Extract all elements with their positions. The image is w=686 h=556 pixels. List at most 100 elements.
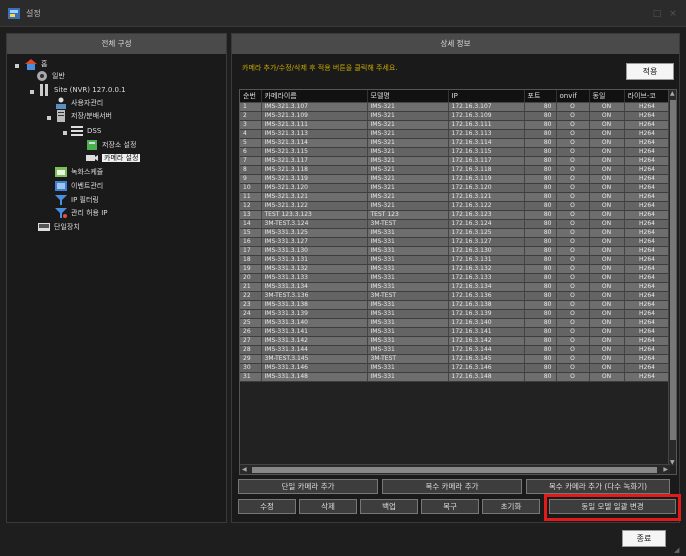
close-window-button[interactable]: ×	[668, 9, 678, 19]
tree-item-admin-allow-ip[interactable]: 관리 허용 IP	[54, 207, 108, 220]
cell-same: ON	[589, 156, 625, 166]
cell-onvif: O	[556, 228, 590, 238]
tree-item-site[interactable]: Site (NVR) 127.0.0.1	[37, 84, 126, 97]
backup-button[interactable]: 백업	[360, 499, 418, 514]
table-row[interactable]: 16 IMS-331.3.127 IMS-331 172.16.3.127 80 O ON H…	[240, 237, 671, 247]
column-header[interactable]: 모델명	[367, 90, 449, 103]
tree-item-general[interactable]: 일반	[35, 70, 65, 83]
tree-item-dss[interactable]: DSS	[70, 125, 101, 138]
cell-live-codec: H264	[624, 273, 671, 283]
horizontal-scrollbar[interactable]: ◀ ▶	[240, 464, 670, 474]
column-header[interactable]: 카메라이름	[261, 90, 368, 103]
table-row[interactable]: 21 IMS-331.3.134 IMS-331 172.16.3.134 80 O ON H…	[240, 282, 671, 292]
reset-button[interactable]: 초기화	[482, 499, 540, 514]
tree-label-site: Site (NVR) 127.0.0.1	[54, 86, 126, 94]
cell-onvif: O	[556, 246, 590, 256]
table-row[interactable]: 24 IMS-331.3.139 IMS-331 172.16.3.139 80 O ON H…	[240, 309, 671, 319]
table-row[interactable]: 29 3M-TEST.3.145 3M-TEST 172.16.3.145 80 O ON H…	[240, 354, 671, 364]
table-row[interactable]: 7 IMS-321.3.117 IMS-321 172.16.3.117 80 O ON H2…	[240, 156, 671, 166]
vertical-scroll-thumb[interactable]	[670, 100, 676, 440]
table-row[interactable]: 5 IMS-321.3.114 IMS-321 172.16.3.114 80 O ON H2…	[240, 138, 671, 148]
column-header[interactable]: IP	[448, 90, 525, 103]
cell-onvif: O	[556, 147, 590, 157]
table-row[interactable]: 25 IMS-331.3.140 IMS-331 172.16.3.140 80 O ON H…	[240, 318, 671, 328]
column-header[interactable]: 동일	[589, 90, 625, 103]
add-multi-camera-multi-recorder-button[interactable]: 복수 카메라 추가 (다수 녹화기)	[526, 479, 670, 494]
close-button[interactable]: 종료	[622, 530, 666, 547]
table-row[interactable]: 18 IMS-331.3.131 IMS-331 172.16.3.131 80 O ON H…	[240, 255, 671, 265]
table-row[interactable]: 8 IMS-321.3.118 IMS-321 172.16.3.118 80 O ON H2…	[240, 165, 671, 175]
vertical-scrollbar[interactable]: ▲ ▼	[668, 90, 676, 466]
add-single-camera-button[interactable]: 단일 카메라 추가	[238, 479, 378, 494]
table-row[interactable]: 12 IMS-321.3.122 IMS-321 172.16.3.122 80 O ON H…	[240, 201, 671, 211]
table-row[interactable]: 23 IMS-331.3.138 IMS-331 172.16.3.138 80 O ON H…	[240, 300, 671, 310]
delete-button[interactable]: 삭제	[299, 499, 357, 514]
tree-item-camera-settings[interactable]: 카메라 설정	[85, 152, 141, 165]
apply-button[interactable]: 적용	[626, 63, 674, 80]
scroll-down-arrow-icon[interactable]: ▼	[670, 459, 675, 466]
tree-item-event-mgmt[interactable]: 이벤트관리	[54, 180, 103, 193]
tree-item-storage-dist-server[interactable]: 저장/분배서버	[54, 110, 112, 123]
table-row[interactable]: 19 IMS-331.3.132 IMS-331 172.16.3.132 80 O ON H…	[240, 264, 671, 274]
cell-same: ON	[589, 255, 625, 265]
cell-onvif: O	[556, 327, 590, 337]
column-header[interactable]: onvif	[556, 90, 590, 103]
scroll-up-arrow-icon[interactable]: ▲	[670, 90, 675, 97]
table-row[interactable]: 22 3M-TEST.3.136 3M-TEST 172.16.3.136 80 O ON H…	[240, 291, 671, 301]
table-row[interactable]: 10 IMS-321.3.120 IMS-321 172.16.3.120 80 O ON H…	[240, 183, 671, 193]
table-row[interactable]: 28 IMS-331.3.144 IMS-331 172.16.3.144 80 O ON H…	[240, 345, 671, 355]
scroll-left-arrow-icon[interactable]: ◀	[242, 466, 247, 473]
restore-button[interactable]: 복구	[421, 499, 479, 514]
column-header[interactable]: 순번	[240, 90, 262, 103]
add-multi-camera-button[interactable]: 복수 카메라 추가	[382, 479, 522, 494]
table-row[interactable]: 9 IMS-321.3.119 IMS-321 172.16.3.119 80 O ON H2…	[240, 174, 671, 184]
table-row[interactable]: 3 IMS-321.3.111 IMS-321 172.16.3.111 80 O ON H2…	[240, 120, 671, 130]
cell-live-codec: H264	[624, 174, 671, 184]
cell-live-codec: H264	[624, 192, 671, 202]
cell-camera-name: IMS-321.3.111	[261, 120, 368, 130]
collapse-bullet-icon[interactable]	[47, 116, 51, 120]
column-header[interactable]: 라이브-코	[624, 90, 671, 103]
cell-index: 11	[240, 192, 262, 202]
camera-table[interactable]: 순번 카메라이름 모델명 IP 포트 onvif 동일 라이브-코 1 IMS-321.3.10…	[239, 89, 677, 475]
resize-grip-icon[interactable]: ◢	[674, 546, 679, 554]
table-row[interactable]: 1 IMS-321.3.107 IMS-321 172.16.3.107 80 O ON H2…	[240, 102, 671, 112]
table-row[interactable]: 31 IMS-331.3.148 IMS-331 172.16.3.148 80 O ON H…	[240, 372, 671, 382]
cell-index: 8	[240, 165, 262, 175]
collapse-bullet-icon[interactable]	[30, 90, 34, 94]
horizontal-scroll-thumb[interactable]	[252, 467, 657, 473]
cell-live-codec: H264	[624, 111, 671, 121]
table-row[interactable]: 20 IMS-331.3.133 IMS-331 172.16.3.133 80 O ON H…	[240, 273, 671, 283]
table-row[interactable]: 27 IMS-331.3.142 IMS-331 172.16.3.142 80 O ON H…	[240, 336, 671, 346]
tree-item-storage-settings[interactable]: 저장소 설정	[85, 139, 136, 152]
table-row[interactable]: 30 IMS-331.3.146 IMS-331 172.16.3.146 80 O ON H…	[240, 363, 671, 373]
table-row[interactable]: 2 IMS-321.3.109 IMS-321 172.16.3.109 80 O ON H2…	[240, 111, 671, 121]
maximize-button[interactable]: □	[652, 9, 662, 19]
table-row[interactable]: 6 IMS-321.3.115 IMS-321 172.16.3.115 80 O ON H2…	[240, 147, 671, 157]
cell-same: ON	[589, 111, 625, 121]
table-row[interactable]: 26 IMS-331.3.141 IMS-331 172.16.3.141 80 O ON H…	[240, 327, 671, 337]
tree-item-single-device[interactable]: 단일장치	[37, 221, 80, 234]
cell-live-codec: H264	[624, 345, 671, 355]
tree-item-ip-filtering[interactable]: IP 필터링	[54, 194, 99, 207]
cell-port: 80	[524, 174, 557, 184]
edit-button[interactable]: 수정	[238, 499, 296, 514]
tree-item-user-mgmt[interactable]: 사용자관리	[54, 97, 103, 110]
table-row[interactable]: 17 IMS-331.3.130 IMS-331 172.16.3.130 80 O ON H…	[240, 246, 671, 256]
cell-model: IMS-331	[367, 318, 449, 328]
cell-index: 19	[240, 264, 262, 274]
cell-same: ON	[589, 273, 625, 283]
collapse-bullet-icon[interactable]	[63, 131, 67, 135]
cell-onvif: O	[556, 129, 590, 139]
table-row[interactable]: 4 IMS-321.3.113 IMS-321 172.16.3.113 80 O ON H2…	[240, 129, 671, 139]
table-row[interactable]: 14 3M-TEST.3.124 3M-TEST 172.16.3.124 80 O ON H…	[240, 219, 671, 229]
column-header[interactable]: 포트	[524, 90, 557, 103]
cell-model: IMS-331	[367, 228, 449, 238]
table-row[interactable]: 15 IMS-331.3.125 IMS-331 172.16.3.125 80 O ON H…	[240, 228, 671, 238]
cell-camera-name: 3M-TEST.3.145	[261, 354, 368, 364]
scroll-right-arrow-icon[interactable]: ▶	[663, 466, 668, 473]
table-row[interactable]: 13 TEST 123.3.123 TEST 123 172.16.3.123 80 O O…	[240, 210, 671, 220]
table-row[interactable]: 11 IMS-321.3.121 IMS-321 172.16.3.121 80 O ON H…	[240, 192, 671, 202]
tree-item-record-schedule[interactable]: 녹화스케쥴	[54, 166, 103, 179]
collapse-bullet-icon[interactable]	[15, 64, 19, 68]
